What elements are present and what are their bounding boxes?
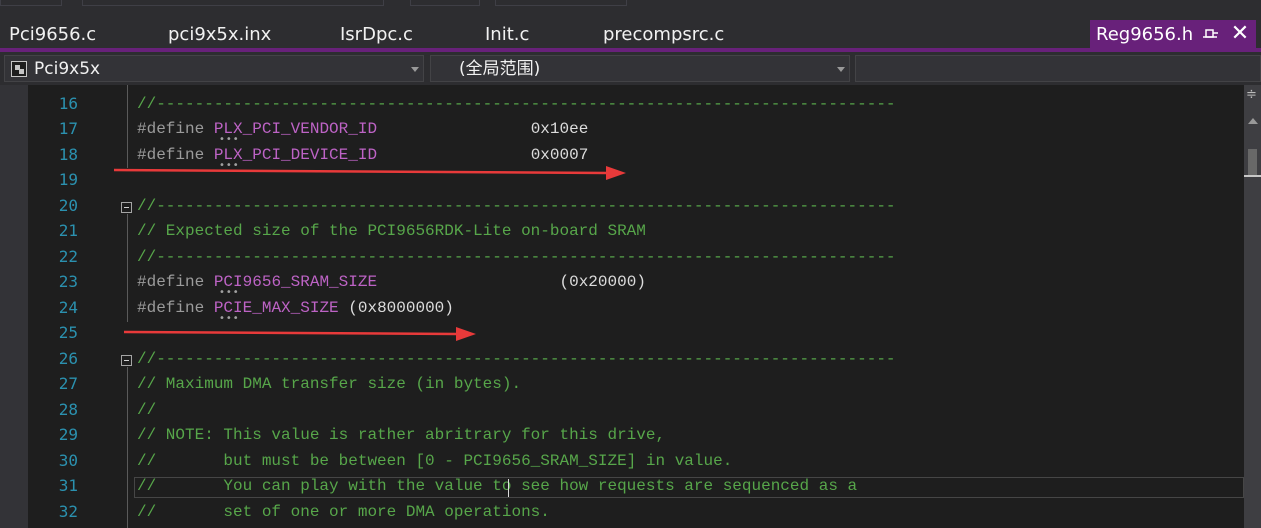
line-number: 29 [58, 425, 78, 444]
split-icon[interactable]: ≑ [1246, 87, 1257, 102]
document-tab-bar: Pci9656.c pci9x5x.inx IsrDpc.c Init.c pr… [0, 20, 1261, 48]
toolbar-segment [0, 0, 62, 6]
line-number: 21 [58, 221, 78, 240]
class-icon [11, 61, 27, 77]
tab-precompsrc-c[interactable]: precompsrc.c [603, 20, 724, 48]
tab-init-c[interactable]: Init.c [485, 20, 529, 48]
code-line-20: //--------------------------------------… [137, 197, 896, 215]
line-number: 18 [58, 145, 78, 164]
scope-dropdown[interactable]: (全局范围) [430, 55, 850, 82]
chevron-down-icon [411, 67, 419, 72]
line-number: 16 [58, 94, 78, 113]
line-number: 25 [58, 323, 78, 342]
keyword-define: #define [137, 299, 205, 317]
collapse-icon[interactable] [121, 202, 132, 213]
navigation-bar: Pci9x5x (全局范围) [0, 52, 1261, 85]
line-number: 30 [58, 451, 78, 470]
chevron-down-icon [837, 67, 845, 72]
annotation-arrow [113, 166, 626, 180]
macro-value: 0x10ee [530, 120, 589, 138]
quick-action-dots[interactable]: ••• [219, 314, 240, 324]
line-number: 27 [58, 374, 78, 393]
window-top-strip [0, 0, 1261, 20]
active-tab-label: Reg9656.h [1096, 24, 1194, 45]
line-number: 31 [58, 476, 78, 495]
scope-dropdown-value: (全局范围) [459, 59, 541, 79]
collapse-icon[interactable] [121, 355, 132, 366]
toolbar-segment [495, 0, 627, 6]
toolbar-segment [410, 0, 480, 6]
code-line-21: // Expected size of the PCI9656RDK-Lite … [137, 222, 646, 240]
code-line-28: // [137, 401, 157, 419]
line-number: 28 [58, 400, 78, 419]
code-line-29: // NOTE: This value is rather abritrary … [137, 426, 666, 444]
line-number: 20 [58, 196, 78, 215]
scroll-up-icon[interactable] [1248, 118, 1258, 124]
project-dropdown[interactable]: Pci9x5x [4, 55, 424, 82]
code-line-22: //--------------------------------------… [137, 248, 896, 266]
macro-value: (0x8000000) [348, 299, 454, 317]
annotation-arrow [123, 327, 476, 341]
code-line-30: // but must be between [0 - PCI9656_SRAM… [137, 452, 733, 470]
text-caret [508, 479, 509, 497]
line-number: 22 [58, 247, 78, 266]
tab-isrdpc-c[interactable]: IsrDpc.c [340, 20, 413, 48]
line-number: 23 [58, 272, 78, 291]
code-line-17: #define PLX_PCI_VENDOR_ID 0x10ee [137, 119, 588, 139]
quick-action-dots[interactable]: ••• [219, 288, 240, 298]
member-dropdown[interactable] [855, 55, 1261, 82]
code-line-32: // set of one or more DMA operations. [137, 503, 550, 521]
code-line-23: #define PCI9656_SRAM_SIZE (0x20000) [137, 272, 646, 292]
code-line-31: // You can play with the value to see ho… [137, 477, 858, 495]
code-line-16: //--------------------------------------… [137, 95, 896, 113]
tab-reg9656-h[interactable]: Reg9656.h ✕ [1090, 20, 1256, 48]
scrollbar-thumb[interactable] [1248, 149, 1257, 177]
code-line-24: #define PCIE_MAX_SIZE (0x8000000) [137, 298, 454, 318]
editor-margin [0, 85, 28, 528]
keyword-define: #define [137, 273, 205, 291]
line-number: 26 [58, 349, 78, 368]
code-line-27: // Maximum DMA transfer size (in bytes). [137, 375, 522, 393]
project-dropdown-value: Pci9x5x [34, 59, 101, 79]
pin-icon[interactable] [1202, 26, 1220, 42]
scrollbar-caret-marker [1244, 175, 1261, 177]
keyword-define: #define [137, 120, 205, 138]
outline-guide [127, 85, 128, 168]
line-number: 24 [58, 298, 78, 317]
tab-pci9656-c[interactable]: Pci9656.c [9, 20, 96, 48]
close-icon[interactable]: ✕ [1228, 21, 1252, 47]
macro-value: (0x20000) [559, 273, 646, 291]
code-editor[interactable]: 16 17 18 19 20 21 22 23 24 25 26 27 28 2… [0, 85, 1261, 528]
code-line-26: //--------------------------------------… [137, 350, 896, 368]
tab-pci9x5x-inx[interactable]: pci9x5x.inx [168, 20, 271, 48]
quick-action-dots[interactable]: ••• [219, 135, 240, 145]
outline-guide [127, 214, 128, 322]
vertical-scrollbar[interactable]: ≑ [1244, 85, 1261, 528]
line-number: 32 [58, 502, 78, 521]
line-number: 19 [58, 170, 78, 189]
line-number: 17 [58, 119, 78, 138]
outline-guide [127, 367, 128, 528]
toolbar-segment [82, 0, 384, 6]
